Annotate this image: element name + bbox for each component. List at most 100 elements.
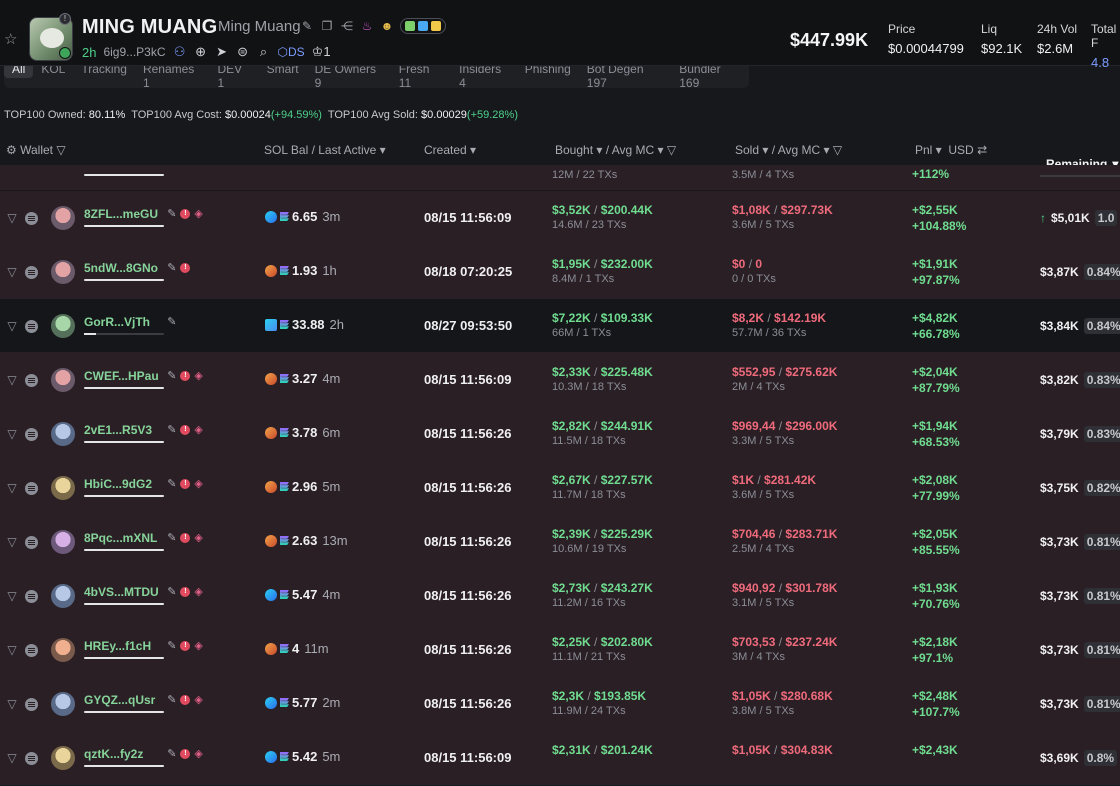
telegram-icon[interactable]: ➤ [215,44,229,60]
usd-toggle[interactable]: USD [948,143,973,157]
edit-icon[interactable]: ✎ [167,747,176,760]
sold-avg-mc-label: / Avg MC [771,143,821,157]
edit-icon[interactable]: ✎ [167,315,176,328]
remaining-percent: 0.84% [1083,264,1120,280]
filter-wallet-icon[interactable]: ▽ [5,535,19,549]
edit-icon[interactable]: ✎ [167,423,176,436]
token-address[interactable]: 6ig9...P3kC [103,45,165,59]
dexscreener-link[interactable]: ⬡DS [278,45,305,59]
bought-usd: $2,33K [552,365,591,379]
filter-wallet-icon[interactable]: ▽ [5,643,19,657]
table-row[interactable]: ▽ CWEF...HPau ✎ ! ◈ 3.27 4m 08/15 11:56:… [0,353,1120,407]
wallet-address[interactable]: GorR...VjTh [84,315,150,329]
filter-wallet-icon[interactable]: ▽ [5,265,19,279]
sold-avg-mc: $301.78K [785,581,838,595]
table-row[interactable]: ▽ 5ndW...8GNo ✎ ! 1.93 1h 08/18 07:20:25… [0,245,1120,299]
table-row[interactable]: ▽ GYQZ...qUsr ✎ ! ◈ 5.77 2m 08/15 11:56:… [0,677,1120,731]
details-icon[interactable] [25,752,38,765]
tab-de-owners-9[interactable]: DE Owners 9 [307,66,391,88]
bought-column-header[interactable]: Bought ▾ / Avg MC ▾ ▽ [555,143,676,157]
details-icon[interactable] [25,536,38,549]
tab-renames-1[interactable]: Renames 1 [135,66,210,88]
filter-wallet-icon[interactable]: ▽ [5,211,19,225]
search-icon[interactable]: ⌕ [257,44,271,60]
sold-column-header[interactable]: Sold ▾ / Avg MC ▾ ▽ [735,143,842,157]
tab-bundler-169[interactable]: Bundler 169 [671,66,749,88]
table-row[interactable]: ▽ 2vE1...R5V3 ✎ ! ◈ 3.78 6m 08/15 11:56:… [0,407,1120,461]
arrow-up-icon: ↑ [1040,211,1046,225]
edit-icon[interactable]: ✎ [167,585,176,598]
edit-icon[interactable]: ✎ [167,693,176,706]
table-row[interactable]: ▽ GorR...VjTh ✎ 33.88 2h 08/27 09:53:50 … [0,299,1120,353]
tab-dev-1[interactable]: DEV 1 [210,66,259,88]
wallet-column-header[interactable]: ⚙ Wallet ▽ [6,143,66,157]
edit-icon[interactable]: ✎ [300,19,314,33]
bought-avg-mc: $225.29K [600,527,653,541]
sol-bal-column-header[interactable]: SOL Bal / Last Active ▾ [264,143,386,157]
filter-wallet-icon[interactable]: ▽ [5,589,19,603]
details-icon[interactable] [25,320,38,333]
details-icon[interactable] [25,590,38,603]
wallet-address[interactable]: HbiC...9dG2 [84,477,152,491]
tab-tracking[interactable]: Tracking [73,66,135,76]
table-row-partial[interactable]: 12M / 22 TXs 3.5M / 4 TXs +112% [0,165,1120,190]
share-icon[interactable]: ⋲ [340,19,354,33]
sol-balance: 4 11m [265,641,329,656]
user-icon[interactable]: ⚇ [173,44,187,60]
wallet-address[interactable]: HREy...f1cH [84,639,151,653]
edit-icon[interactable]: ✎ [167,369,176,382]
details-icon[interactable] [25,482,38,495]
wallet-address[interactable]: 5ndW...8GNo [84,261,158,275]
filter-wallet-icon[interactable]: ▽ [5,373,19,387]
sort-icon: ▾ [376,143,386,157]
details-icon[interactable] [25,212,38,225]
filter-wallet-icon[interactable]: ▽ [5,481,19,495]
details-icon[interactable] [25,428,38,441]
details-icon[interactable] [25,266,38,279]
table-row[interactable]: ▽ HREy...f1cH ✎ ! ◈ 4 11m 08/15 11:56:26… [0,623,1120,677]
table-row[interactable]: ▽ 8Pqc...mXNL ✎ ! ◈ 2.63 13m 08/15 11:56… [0,515,1120,569]
tab-fresh-11[interactable]: Fresh 11 [391,66,451,88]
favorite-star-icon[interactable]: ☆ [4,32,20,48]
filter-wallet-icon[interactable]: ▽ [5,319,19,333]
remaining-usd: $3,73K [1040,697,1079,711]
wallet-address[interactable]: GYQZ...qUsr [84,693,155,707]
edit-icon[interactable]: ✎ [167,207,176,220]
filter-wallet-icon[interactable]: ▽ [5,697,19,711]
edit-icon[interactable]: ✎ [167,639,176,652]
sold-cell: $1,05K / $304.83K [732,743,833,757]
table-row[interactable]: ▽ qztK...fy2z ✎ ! ◈ 5.42 5m 08/15 11:56:… [0,731,1120,785]
wallet-address[interactable]: 8Pqc...mXNL [84,531,157,545]
dollar-circle-icon[interactable]: ⊜ [236,44,250,60]
edit-icon[interactable]: ✎ [167,531,176,544]
globe-icon[interactable]: ⊕ [194,44,208,60]
sold-cell: $969,44 / $296.00K 3.3M / 5 TXs [732,419,838,447]
filter-wallet-icon[interactable]: ▽ [5,751,19,765]
table-row[interactable]: ▽ 4bVS...MTDU ✎ ! ◈ 5.47 4m 08/15 11:56:… [0,569,1120,623]
details-icon[interactable] [25,644,38,657]
avg-cost-change: (+94.59%) [270,109,322,121]
sold-cell: $552,95 / $275.62K 2M / 4 TXs [732,365,838,393]
tab-kol[interactable]: KOL [33,66,73,76]
table-row[interactable]: ▽ HbiC...9dG2 ✎ ! ◈ 2.96 5m 08/15 11:56:… [0,461,1120,515]
edit-icon[interactable]: ✎ [167,261,176,274]
tab-phishing[interactable]: Phishing [517,66,579,76]
wallet-address[interactable]: 8ZFL...meGU [84,207,158,221]
tab-insiders-4[interactable]: Insiders 4 [451,66,517,88]
wallet-address[interactable]: 2vE1...R5V3 [84,423,152,437]
created-column-header[interactable]: Created ▾ [424,143,476,157]
wallet-address[interactable]: CWEF...HPau [84,369,159,383]
table-row[interactable]: ▽ 8ZFL...meGU ✎ ! ◈ 6.65 3m 08/15 11:56:… [0,191,1120,245]
pnl-column-header[interactable]: Pnl ▾ USD ⇄ [915,143,987,157]
copy-icon[interactable]: ❐ [320,19,334,33]
tab-all[interactable]: All [4,66,34,78]
filter-wallet-icon[interactable]: ▽ [5,427,19,441]
details-icon[interactable] [25,374,38,387]
wallet-address[interactable]: qztK...fy2z [84,747,143,761]
tab-bot-degen-197[interactable]: Bot Degen 197 [579,66,671,88]
edit-icon[interactable]: ✎ [167,477,176,490]
wallet-address[interactable]: 4bVS...MTDU [84,585,159,599]
info-badge-icon[interactable]: ! [59,13,71,25]
details-icon[interactable] [25,698,38,711]
tab-smart[interactable]: Smart [259,66,307,76]
